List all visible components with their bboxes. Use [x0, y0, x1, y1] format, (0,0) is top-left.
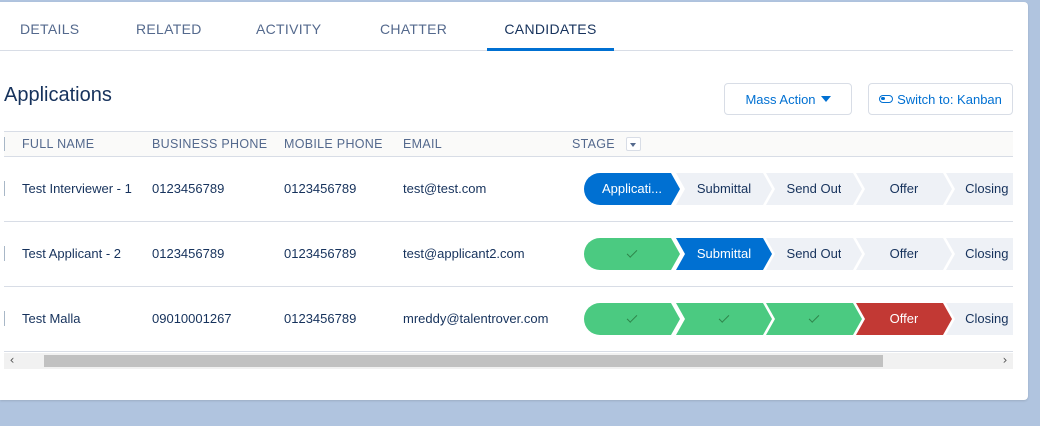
stage-submittal[interactable]: Submittal: [676, 238, 772, 270]
column-divider: [4, 137, 5, 151]
stage-closing[interactable]: Closing ...: [946, 238, 1013, 270]
stage-closing[interactable]: Closing ...: [946, 303, 1013, 335]
cell-email: test@applicant2.com: [403, 246, 525, 261]
cell-full-name: Test Interviewer - 1: [22, 181, 132, 196]
stage-application[interactable]: [584, 238, 680, 270]
candidates-card: DETAILS RELATED ACTIVITY CHATTER CANDIDA…: [0, 2, 1028, 400]
row-marker: [4, 181, 5, 196]
tab-chatter[interactable]: CHATTER: [380, 2, 447, 51]
cell-business-phone: 09010001267: [152, 311, 232, 326]
table-header: FULL NAME BUSINESS PHONE MOBILE PHONE EM…: [4, 131, 1013, 157]
stage-closing[interactable]: Closing ...: [946, 173, 1013, 205]
tab-related[interactable]: RELATED: [136, 2, 202, 51]
stage-send-out[interactable]: Send Out: [766, 173, 862, 205]
header-mobile-phone[interactable]: MOBILE PHONE: [284, 132, 383, 156]
check-icon: [627, 247, 638, 258]
scroll-thumb[interactable]: [44, 355, 883, 367]
check-icon: [719, 312, 730, 323]
mass-action-label: Mass Action: [745, 91, 816, 107]
stage-path: Submittal Send Out Offer Closing ...: [584, 238, 1013, 270]
stage-menu-icon[interactable]: [626, 137, 641, 151]
tab-candidates[interactable]: CANDIDATES: [487, 2, 614, 51]
switch-kanban-label: Switch to: Kanban: [897, 91, 1002, 107]
cell-mobile-phone: 0123456789: [284, 246, 357, 261]
tab-details[interactable]: DETAILS: [20, 2, 79, 51]
stage-path: Applicati... Submittal Send Out Offer Cl…: [584, 173, 1013, 205]
cell-email: mreddy@talentrover.com: [403, 311, 549, 326]
cell-full-name: Test Malla: [22, 311, 81, 326]
cell-full-name: Test Applicant - 2: [22, 246, 121, 261]
header-full-name[interactable]: FULL NAME: [22, 132, 94, 156]
section-title: Applications: [4, 84, 112, 106]
toggle-icon: [879, 95, 894, 103]
row-marker: [4, 311, 5, 326]
switch-kanban-button[interactable]: Switch to: Kanban: [868, 83, 1013, 115]
header-email[interactable]: EMAIL: [403, 132, 442, 156]
cell-business-phone: 0123456789: [152, 181, 225, 196]
stage-submittal[interactable]: Submittal: [676, 173, 772, 205]
tab-activity[interactable]: ACTIVITY: [256, 2, 321, 51]
mass-action-button[interactable]: Mass Action: [724, 83, 852, 115]
check-icon: [627, 312, 638, 323]
cell-email: test@test.com: [403, 181, 487, 196]
horizontal-scrollbar[interactable]: ‹ ›: [4, 353, 1013, 369]
stage-submittal[interactable]: [676, 303, 772, 335]
cell-business-phone: 0123456789: [152, 246, 225, 261]
caret-down-icon: [820, 96, 831, 102]
cell-mobile-phone: 0123456789: [284, 311, 357, 326]
stage-send-out[interactable]: Send Out: [766, 238, 862, 270]
scroll-left-icon[interactable]: ‹: [4, 353, 20, 369]
cell-mobile-phone: 0123456789: [284, 181, 357, 196]
scroll-right-icon[interactable]: ›: [997, 353, 1013, 369]
header-stage[interactable]: STAGE: [572, 132, 615, 156]
table-row: Test Malla 09010001267 0123456789 mreddy…: [4, 287, 1013, 352]
table-row: Test Interviewer - 1 0123456789 01234567…: [4, 157, 1013, 222]
stage-offer[interactable]: Offer: [856, 173, 952, 205]
stage-offer[interactable]: Offer: [856, 303, 952, 335]
check-icon: [809, 312, 820, 323]
table-row: Test Applicant - 2 0123456789 0123456789…: [4, 222, 1013, 287]
header-business-phone[interactable]: BUSINESS PHONE: [152, 132, 267, 156]
tab-bar: DETAILS RELATED ACTIVITY CHATTER CANDIDA…: [0, 2, 1013, 51]
stage-send-out[interactable]: [766, 303, 862, 335]
stage-application[interactable]: Applicati...: [584, 173, 680, 205]
stage-offer[interactable]: Offer: [856, 238, 952, 270]
row-marker: [4, 246, 5, 261]
stage-path: Offer Closing ...: [584, 303, 1013, 335]
stage-application[interactable]: [584, 303, 680, 335]
